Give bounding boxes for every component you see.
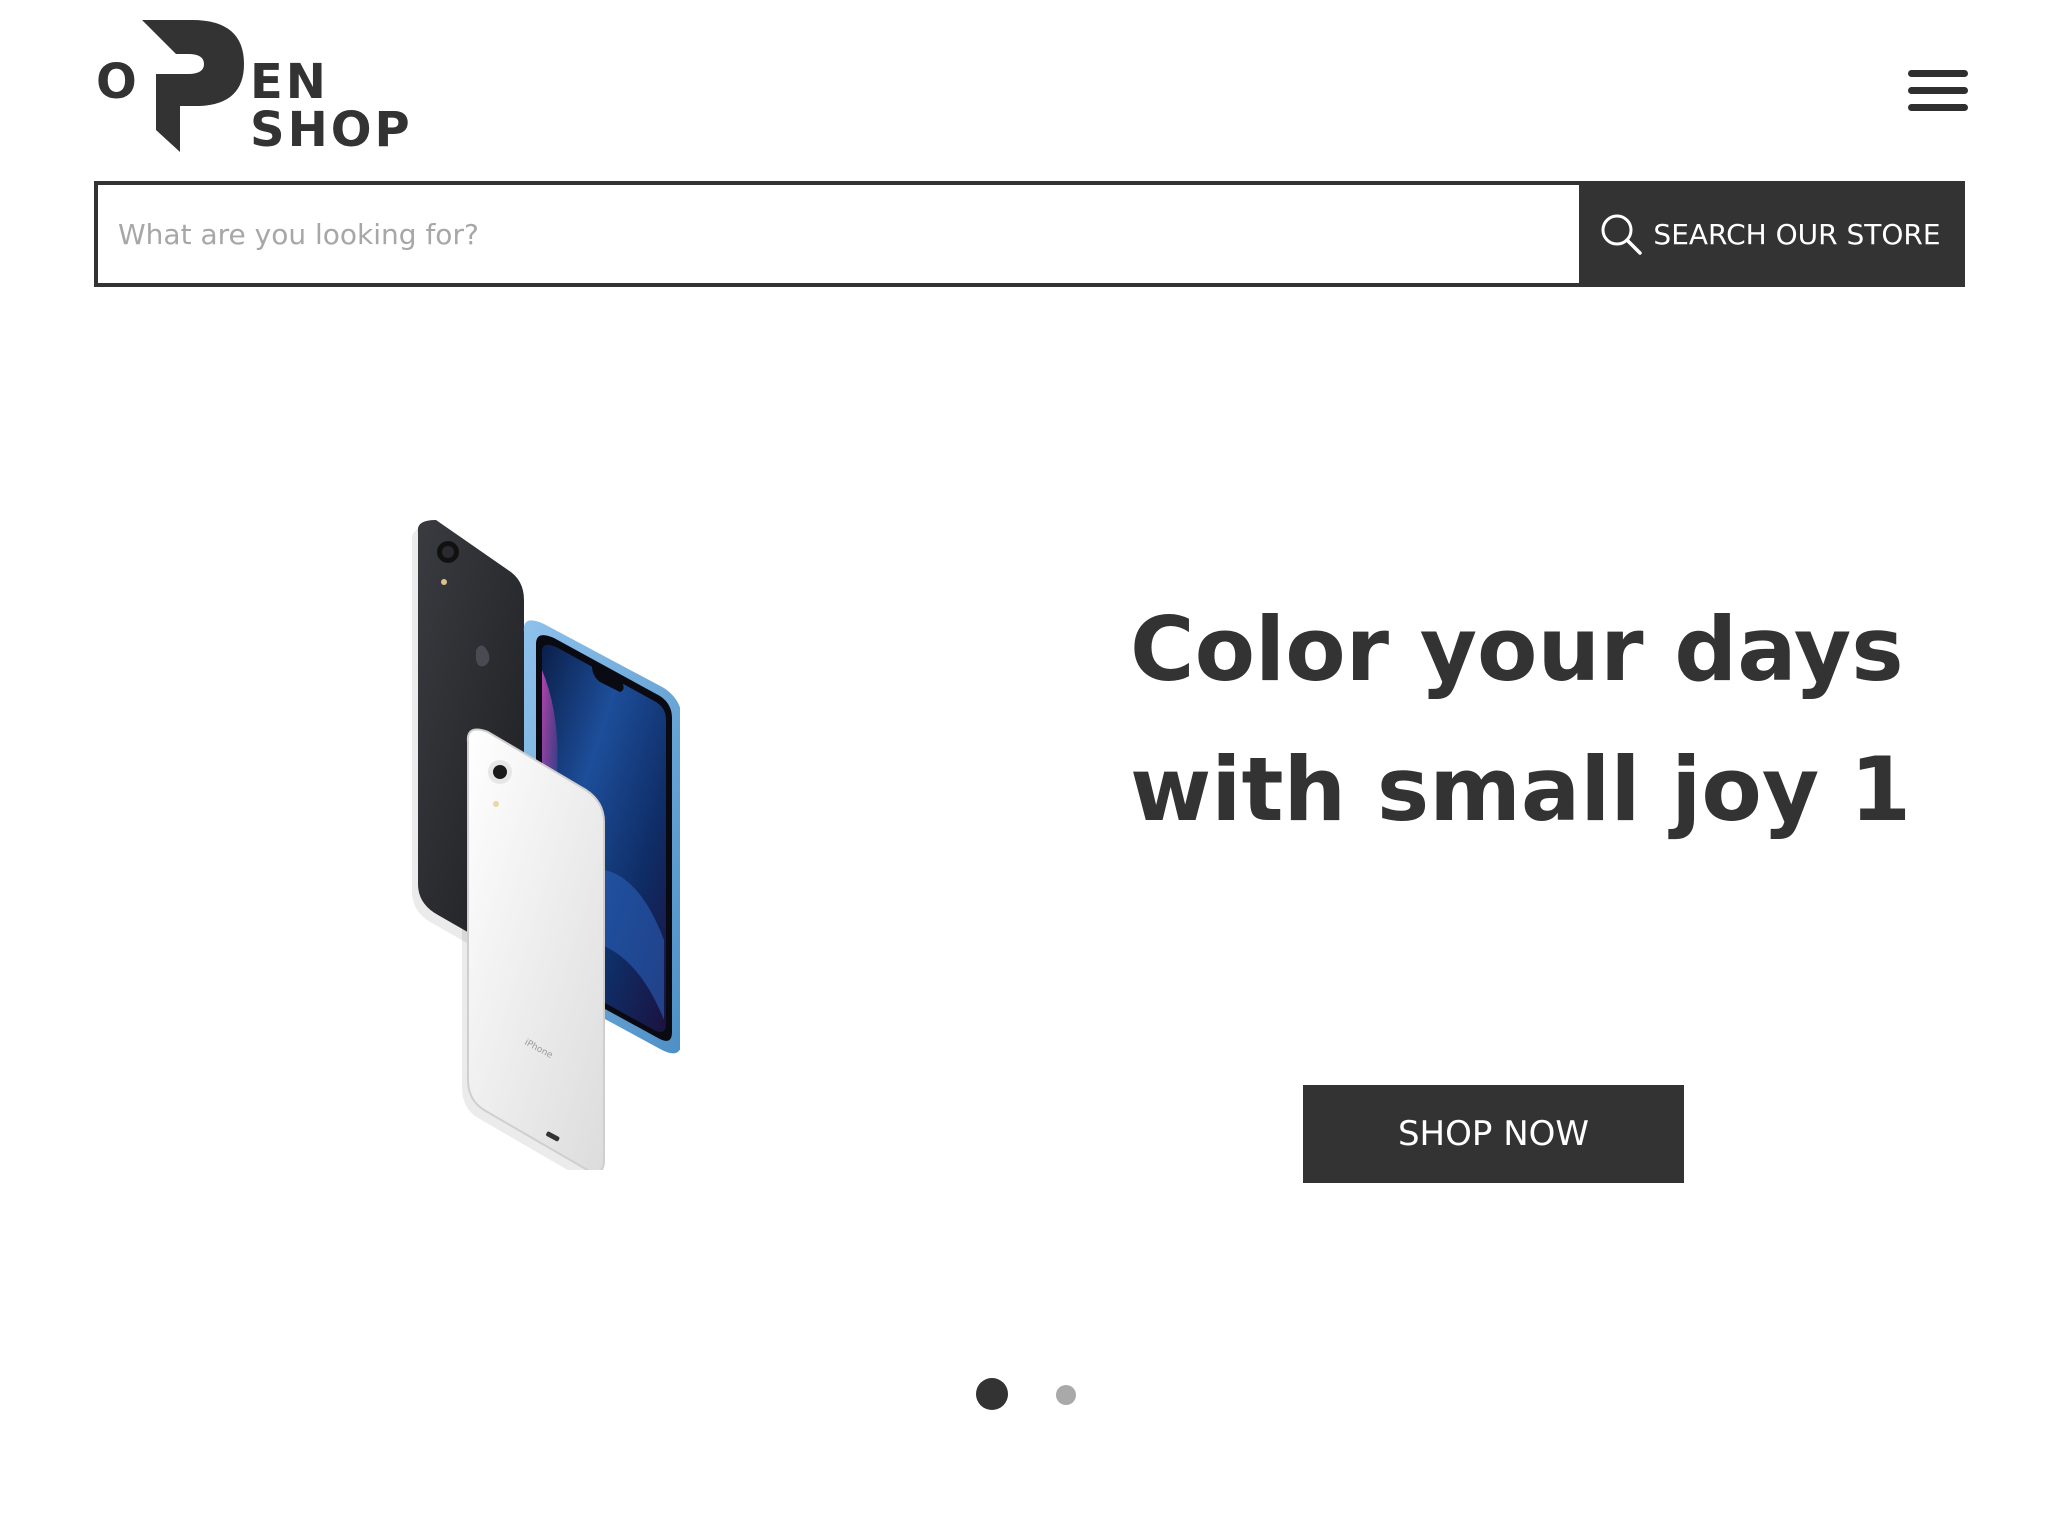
menu-line [1908, 70, 1968, 77]
page: O EN SHOP SEARCH OUR STORE [0, 0, 2048, 1536]
slider-dot-2[interactable] [1056, 1385, 1076, 1405]
menu-line [1908, 104, 1968, 111]
slider-dot-1-active[interactable] [976, 1378, 1008, 1410]
search-bar: SEARCH OUR STORE [94, 181, 1965, 287]
shop-now-button[interactable]: SHOP NOW [1303, 1085, 1684, 1183]
three-smartphones-image: iPhone [411, 520, 680, 1170]
menu-line [1908, 87, 1968, 94]
logo-letter-o: O [96, 54, 140, 110]
search-icon [1601, 214, 1643, 255]
logo-p-mark-icon [142, 20, 244, 152]
logo[interactable]: O EN SHOP [94, 18, 494, 154]
logo-text: EN SHOP [250, 54, 413, 158]
slider-dots [976, 1378, 1076, 1412]
search-input[interactable] [98, 185, 1579, 283]
hamburger-menu-icon[interactable] [1908, 70, 1968, 112]
search-button[interactable]: SEARCH OUR STORE [1579, 185, 1961, 283]
search-button-label: SEARCH OUR STORE [1653, 217, 1941, 251]
hero-headline: Color your days with small joy 1 [1130, 598, 1912, 841]
